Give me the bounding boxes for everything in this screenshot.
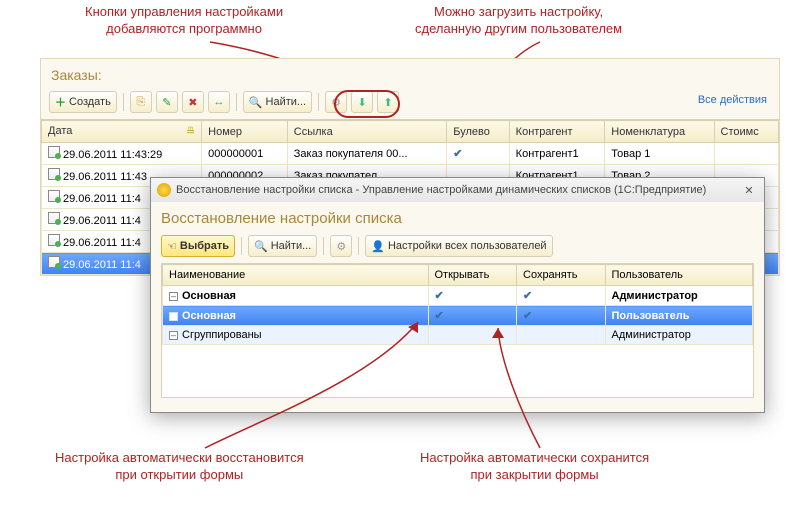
check-icon: ✔ — [435, 290, 444, 302]
check-icon: ✔ — [435, 310, 444, 322]
tree-toggle-icon[interactable]: – — [169, 292, 178, 301]
tree-toggle-icon[interactable]: – — [169, 312, 178, 321]
delete-icon: ✖ — [188, 96, 197, 109]
dialog-toolbar: ☜ Выбрать 🔍 Найти... ⚙ 👤 Настройки всех … — [161, 235, 754, 257]
dialog-window-title: Восстановление настройки списка - Управл… — [176, 184, 706, 196]
orders-toolbar: ＋ Создать ⎘ ✎ ✖ ↔ 🔍 Найти... ⚙ ⬇ ⬆ — [41, 89, 779, 119]
all-users-label: Настройки всех пользователей — [388, 240, 547, 252]
check-icon: ✔ — [453, 148, 462, 160]
save-settings-button[interactable]: ⬇ — [351, 91, 373, 113]
load-settings-icon: ⬆ — [383, 96, 392, 109]
search-icon: 🔍 — [249, 96, 263, 109]
separator — [318, 93, 319, 111]
user-icon: 👤 — [371, 240, 385, 253]
separator — [358, 237, 359, 255]
document-icon — [48, 168, 60, 180]
column-header[interactable]: Номенклатура — [605, 121, 714, 143]
hand-icon: ☜ — [167, 240, 177, 253]
column-header[interactable]: Контрагент — [509, 121, 605, 143]
dialog-heading: Восстановление настройки списка — [161, 210, 754, 227]
select-button[interactable]: ☜ Выбрать — [161, 235, 235, 257]
load-settings-button[interactable]: ⬆ — [377, 91, 399, 113]
edit-button[interactable]: ✎ — [156, 91, 178, 113]
document-icon — [48, 212, 60, 224]
column-header[interactable]: Номер — [202, 121, 288, 143]
copy-button[interactable]: ⎘ — [130, 91, 152, 113]
gear-icon: ⚙ — [336, 240, 346, 253]
column-header[interactable]: Булево — [447, 121, 509, 143]
save-settings-icon: ⬇ — [357, 96, 366, 109]
orders-title: Заказы: — [41, 59, 779, 89]
logo-1c-icon — [157, 183, 171, 197]
dialog-settings-button[interactable]: ⚙ — [330, 235, 352, 257]
document-icon — [48, 234, 60, 246]
create-button[interactable]: ＋ Создать — [49, 91, 117, 113]
check-icon: ✔ — [523, 290, 532, 302]
settings-grid[interactable]: НаименованиеОткрыватьСохранятьПользовате… — [161, 263, 754, 398]
annotation-bottom-right: Настройка автоматически сохранится при з… — [420, 450, 649, 484]
separator — [323, 237, 324, 255]
sort-icon: ≞ — [186, 125, 195, 138]
column-header[interactable]: Стоимс — [714, 121, 778, 143]
plus-icon: ＋ — [55, 94, 66, 110]
column-header[interactable]: Дата≞ — [42, 121, 202, 143]
column-header[interactable]: Пользователь — [605, 265, 753, 286]
settings-button[interactable]: ⚙ — [325, 91, 347, 113]
gear-icon: ⚙ — [331, 96, 341, 109]
dialog-titlebar[interactable]: Восстановление настройки списка - Управл… — [151, 178, 764, 202]
dialog-find-button[interactable]: 🔍 Найти... — [248, 235, 317, 257]
close-button[interactable]: ✕ — [740, 182, 758, 198]
check-icon: ✔ — [523, 310, 532, 322]
separator — [123, 93, 124, 111]
find-button[interactable]: 🔍 Найти... — [243, 91, 312, 113]
document-icon — [48, 146, 60, 158]
document-icon — [48, 190, 60, 202]
column-header[interactable]: Ссылка — [287, 121, 446, 143]
delete-button[interactable]: ✖ — [182, 91, 204, 113]
all-users-settings-button[interactable]: 👤 Настройки всех пользователей — [365, 235, 552, 257]
table-row[interactable]: 29.06.2011 11:43:29000000001Заказ покупа… — [42, 143, 779, 165]
dialog-find-label: Найти... — [271, 240, 312, 252]
create-label: Создать — [69, 96, 111, 108]
all-actions-link[interactable]: Все действия — [698, 94, 767, 106]
tree-toggle-icon[interactable]: – — [169, 331, 178, 340]
table-row[interactable]: –Основная✔✔Пользователь — [163, 306, 753, 326]
find-label: Найти... — [266, 96, 307, 108]
table-row[interactable]: –СгруппированыАдминистратор — [163, 326, 753, 345]
annotation-top-left: Кнопки управления настройками добавляютс… — [85, 4, 283, 38]
setting-name: Сгруппированы — [182, 329, 262, 341]
setting-name: Основная — [182, 290, 236, 302]
separator — [241, 237, 242, 255]
search-icon: 🔍 — [254, 240, 268, 253]
copy-icon: ⎘ — [136, 96, 145, 109]
column-header[interactable]: Сохранять — [517, 265, 606, 286]
refresh-icon: ↔ — [213, 96, 224, 108]
separator — [236, 93, 237, 111]
column-header[interactable]: Наименование — [163, 265, 429, 286]
document-icon — [48, 256, 60, 268]
restore-settings-dialog: Восстановление настройки списка - Управл… — [150, 177, 765, 413]
annotation-bottom-left: Настройка автоматически восстановится пр… — [55, 450, 304, 484]
refresh-button[interactable]: ↔ — [208, 91, 230, 113]
annotation-top-right: Можно загрузить настройку, сделанную дру… — [415, 4, 622, 38]
column-header[interactable]: Открывать — [428, 265, 517, 286]
pencil-icon: ✎ — [162, 96, 171, 109]
setting-name: Основная — [182, 310, 236, 322]
select-label: Выбрать — [180, 240, 229, 252]
table-row[interactable]: –Основная✔✔Администратор — [163, 286, 753, 306]
